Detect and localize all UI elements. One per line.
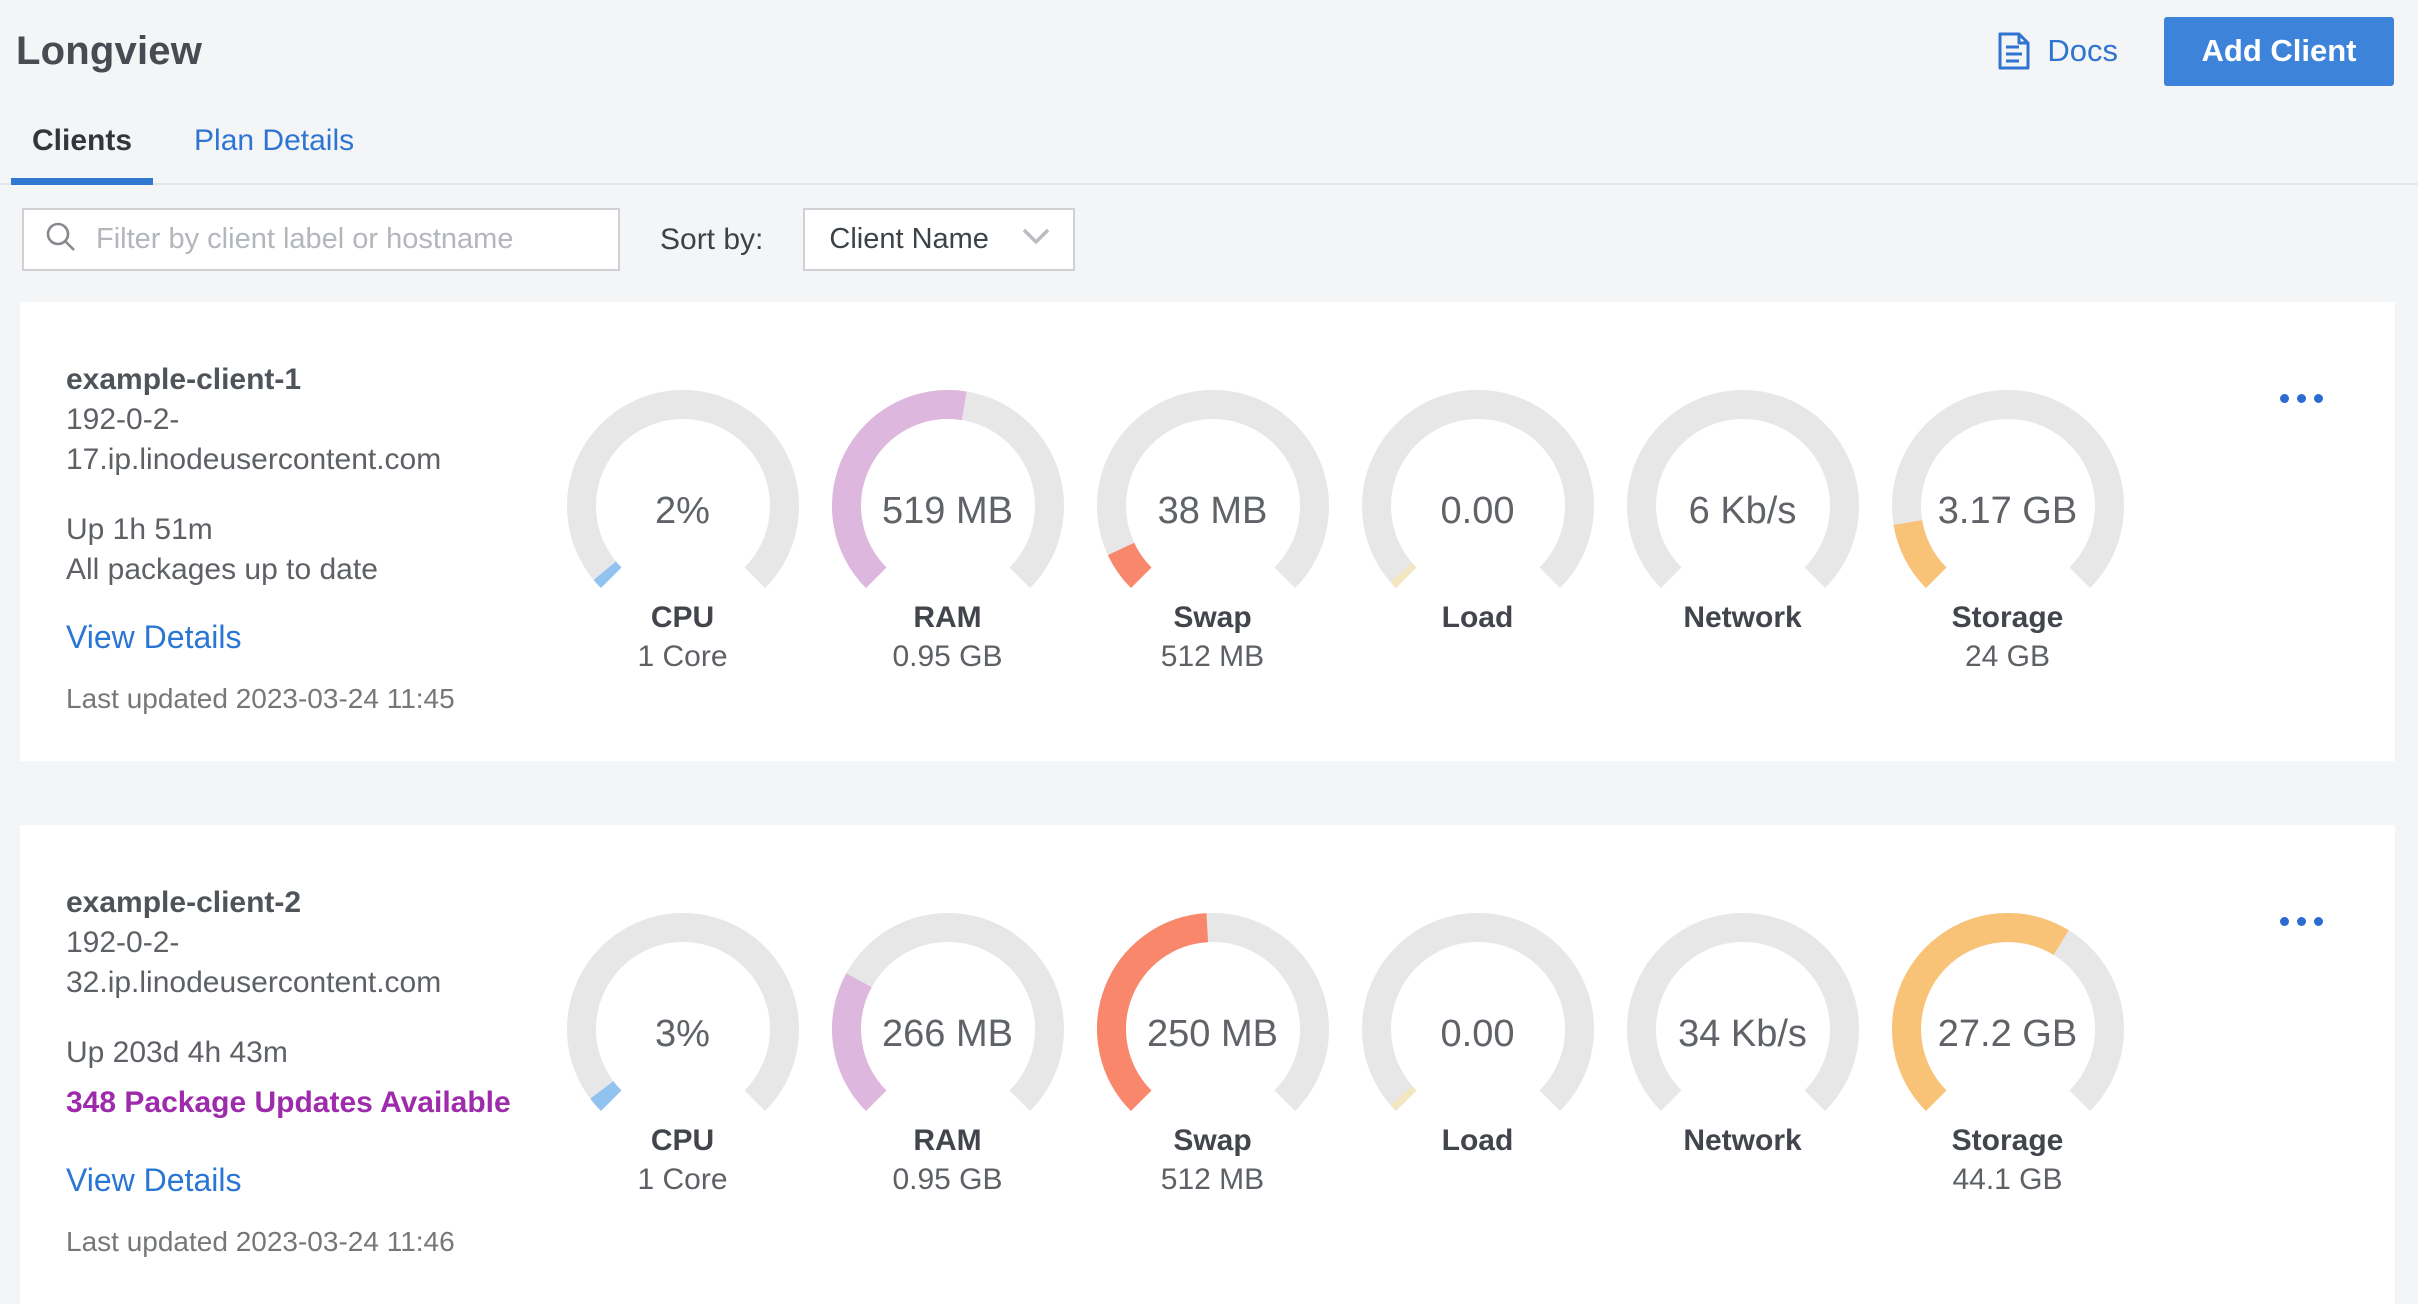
tab-plan-details[interactable]: Plan Details [173, 110, 375, 185]
client-packages-status: 348 Package Updates Available [66, 1086, 511, 1119]
gauge-value: 27.2 GB [1937, 1012, 2078, 1055]
gauge-capacity-label: 44.1 GB [1952, 1163, 2063, 1196]
search-icon [44, 220, 78, 259]
view-details-link[interactable]: View Details [66, 1159, 241, 1201]
metric-gauge: 0.00 Load [1345, 302, 1610, 761]
gauge-value: 6 Kb/s [1688, 489, 1797, 532]
gauge-capacity-label: 24 GB [1964, 640, 2051, 673]
search-input[interactable] [94, 209, 618, 270]
ellipsis-menu-icon[interactable] [2274, 388, 2329, 409]
gauge-capacity-label: 512 MB [1160, 640, 1265, 673]
search-box [22, 208, 620, 271]
client-name: example-client-1 [66, 363, 302, 396]
metric-gauge: 27.2 GB Storage 44.1 GB [1875, 825, 2140, 1304]
metric-gauge: 6 Kb/s Network [1610, 302, 1875, 761]
client-name: example-client-2 [66, 886, 302, 919]
docs-link[interactable]: Docs [1995, 30, 2118, 72]
gauge-value: 38 MB [1157, 489, 1268, 532]
gauge-capacity-label: 0.95 GB [892, 640, 1003, 673]
metric-gauge: 519 MB RAM 0.95 GB [815, 302, 1080, 761]
gauge-row: 2% CPU 1 Core 519 MB RAM 0.95 GB 38 MB S… [550, 302, 2395, 761]
view-details-link[interactable]: View Details [66, 616, 241, 658]
gauge-value: 3.17 GB [1937, 489, 2078, 532]
ellipsis-menu-icon[interactable] [2274, 911, 2329, 932]
sort-select[interactable]: Client Name [803, 208, 1076, 271]
gauge-capacity-label: 512 MB [1160, 1163, 1265, 1196]
metric-gauge: 34 Kb/s Network [1610, 825, 1875, 1304]
client-card: example-client-1 192-0-2-17.ip.linodeuse… [20, 302, 2395, 761]
gauge-value: 34 Kb/s [1678, 1012, 1807, 1055]
gauge-value: 250 MB [1147, 1012, 1278, 1055]
tabs: Clients Plan Details [0, 110, 2418, 185]
gauge-capacity-label: 0.95 GB [892, 1163, 1003, 1196]
gauge-value: 0.00 [1440, 1012, 1515, 1055]
client-last-updated: Last updated 2023-03-24 11:46 [66, 1226, 455, 1257]
sort-by-label: Sort by: [660, 222, 764, 256]
client-last-updated: Last updated 2023-03-24 11:45 [66, 683, 455, 714]
gauge-capacity-label: 1 Core [637, 640, 728, 673]
gauge-value: 2% [655, 489, 710, 532]
client-hostname: 192-0-2-32.ip.linodeusercontent.com [66, 926, 442, 999]
metric-gauge: 0.00 Load [1345, 825, 1610, 1304]
docs-link-label: Docs [2047, 33, 2118, 68]
page-header: Longview Docs Add Client [0, 0, 2418, 86]
client-info: example-client-1 192-0-2-17.ip.linodeuse… [20, 302, 550, 761]
client-uptime: Up 1h 51m [66, 513, 213, 546]
metric-gauge: 3.17 GB Storage 24 GB [1875, 302, 2140, 761]
gauge-value: 519 MB [882, 489, 1013, 532]
longview-page: Longview Docs Add Client Clients Plan De… [0, 0, 2418, 1304]
metric-gauge: 250 MB Swap 512 MB [1080, 825, 1345, 1304]
gauge-value: 266 MB [882, 1012, 1013, 1055]
metric-gauge: 266 MB RAM 0.95 GB [815, 825, 1080, 1304]
sort-select-value: Client Name [829, 223, 989, 255]
client-uptime: Up 203d 4h 43m [66, 1036, 288, 1069]
metric-gauge: 2% CPU 1 Core [550, 302, 815, 761]
client-list: example-client-1 192-0-2-17.ip.linodeuse… [0, 302, 2418, 1304]
client-info: example-client-2 192-0-2-32.ip.linodeuse… [20, 825, 550, 1304]
metric-gauge: 3% CPU 1 Core [550, 825, 815, 1304]
filter-row: Sort by: Client Name [22, 208, 2418, 271]
tab-clients[interactable]: Clients [11, 110, 154, 185]
gauge-row: 3% CPU 1 Core 266 MB RAM 0.95 GB 250 MB … [550, 825, 2395, 1304]
client-hostname: 192-0-2-17.ip.linodeusercontent.com [66, 403, 442, 476]
gauge-value: 0.00 [1440, 489, 1515, 532]
gauge-capacity-label: 1 Core [637, 1163, 728, 1196]
gauge-value: 3% [655, 1012, 710, 1055]
chevron-down-icon [1021, 227, 1051, 252]
client-card: example-client-2 192-0-2-32.ip.linodeuse… [20, 825, 2395, 1304]
page-title: Longview [16, 28, 203, 73]
metric-gauge: 38 MB Swap 512 MB [1080, 302, 1345, 761]
docs-icon [1995, 30, 2033, 72]
add-client-button[interactable]: Add Client [2164, 16, 2394, 86]
client-packages-status: All packages up to date [66, 553, 378, 586]
